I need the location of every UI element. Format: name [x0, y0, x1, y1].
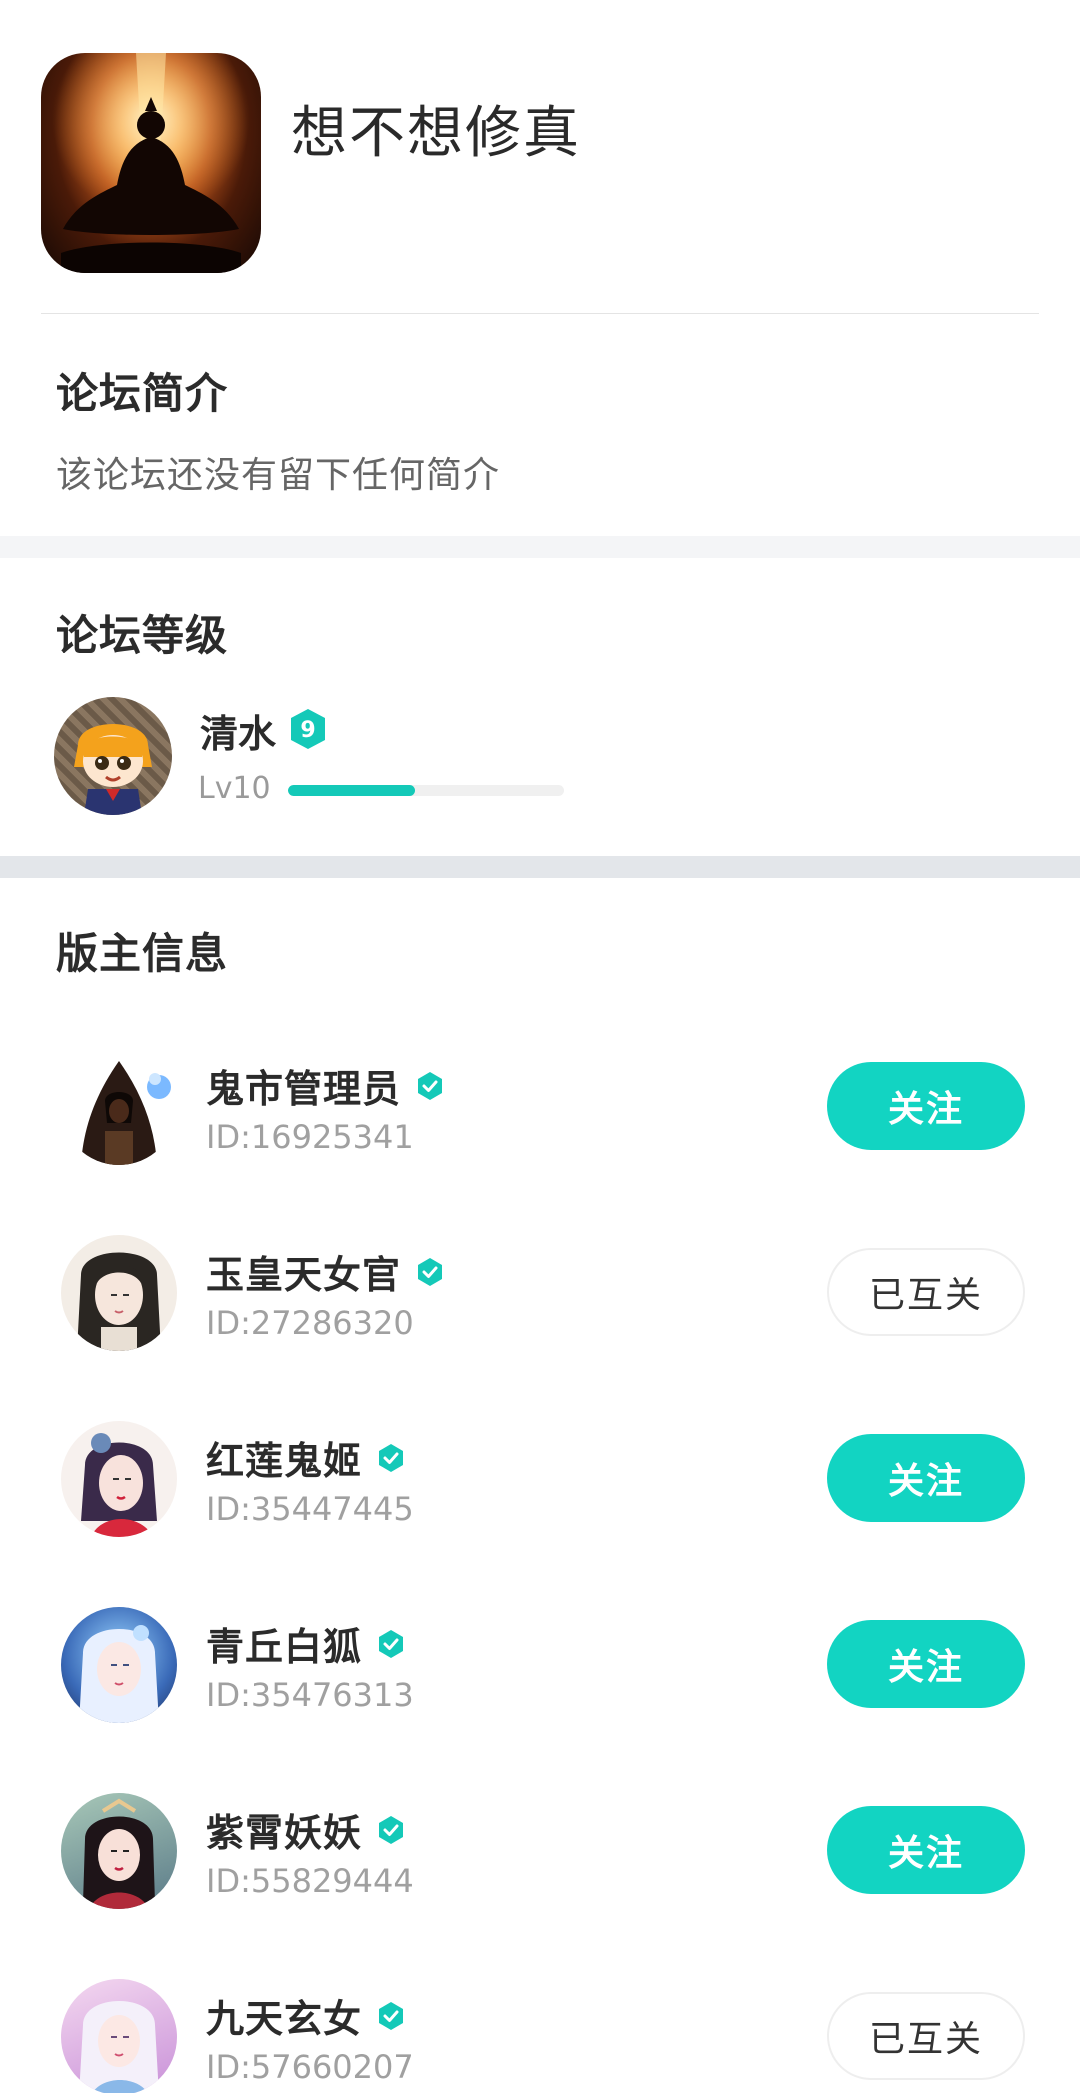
moderator-name: 紫霄妖妖 [206, 1811, 363, 1855]
follow-button[interactable]: 关注 [827, 1806, 1025, 1894]
moderator-row[interactable]: 紫霄妖妖 ID:55829444 关注 [0, 1754, 1080, 1940]
level-text: Lv10 [198, 771, 271, 806]
moderators-title: 版主信息 [56, 929, 229, 978]
moderator-name-wrap: 玉皇天女官 [206, 1244, 445, 1299]
moderator-name: 玉皇天女官 [206, 1253, 402, 1297]
moderator-id: ID:27286320 [206, 1304, 414, 1342]
moderator-row[interactable]: 红莲鬼姬 ID:35447445 关注 [0, 1382, 1080, 1568]
forum-header: 想不想修真 [0, 0, 1080, 314]
moderator-name-wrap: 九天玄女 [206, 1988, 406, 2043]
verified-icon [379, 1629, 404, 1658]
moderator-name: 九天玄女 [206, 1997, 363, 2041]
moderator-list: 鬼市管理员 ID:16925341 关注 玉皇天女官 ID:27286320 已… [0, 1010, 1080, 2093]
moderator-name-wrap: 青丘白狐 [206, 1616, 406, 1671]
level-title: 论坛等级 [56, 611, 229, 660]
verified-icon [418, 1257, 443, 1286]
forum-name: 想不想修真 [291, 101, 581, 166]
moderator-row[interactable]: 九天玄女 ID:57660207 已互关 [0, 1940, 1080, 2093]
follow-button[interactable]: 关注 [827, 1620, 1025, 1708]
follow-button[interactable]: 关注 [827, 1062, 1025, 1150]
mutual-follow-button[interactable]: 已互关 [827, 1248, 1025, 1336]
intro-text: 该论坛还没有留下任何简介 [56, 455, 501, 496]
moderator-name-wrap: 鬼市管理员 [206, 1058, 445, 1113]
section-separator [0, 536, 1080, 558]
verified-icon [379, 2001, 404, 2030]
intro-title: 论坛简介 [56, 369, 229, 418]
verified-icon [379, 1443, 404, 1472]
moderator-avatar[interactable] [61, 1793, 177, 1909]
moderator-id: ID:16925341 [206, 1118, 414, 1156]
moderator-name: 鬼市管理员 [206, 1067, 402, 1111]
follow-button[interactable]: 关注 [827, 1434, 1025, 1522]
moderator-row[interactable]: 青丘白狐 ID:35476313 关注 [0, 1568, 1080, 1754]
moderator-id: ID:55829444 [206, 1862, 414, 1900]
moderator-avatar[interactable] [61, 1049, 177, 1165]
level-progress-bar [288, 785, 564, 796]
mutual-follow-button[interactable]: 已互关 [827, 1992, 1025, 2080]
section-separator [0, 856, 1080, 878]
level-progress-fill [288, 785, 415, 796]
moderator-avatar[interactable] [61, 1421, 177, 1537]
moderator-name-wrap: 红莲鬼姬 [206, 1430, 406, 1485]
moderator-row[interactable]: 鬼市管理员 ID:16925341 关注 [0, 1010, 1080, 1196]
level-badge-value: 9 [300, 718, 315, 743]
verified-icon [418, 1071, 443, 1100]
moderator-id: ID:35476313 [206, 1676, 414, 1714]
moderator-id: ID:35447445 [206, 1490, 414, 1528]
moderator-id: ID:57660207 [206, 2048, 414, 2086]
moderator-avatar[interactable] [61, 1607, 177, 1723]
forum-icon [41, 53, 261, 273]
moderator-name-wrap: 紫霄妖妖 [206, 1802, 406, 1857]
moderator-name: 青丘白狐 [206, 1625, 363, 1669]
moderator-avatar[interactable] [61, 1979, 177, 2093]
moderator-row[interactable]: 玉皇天女官 ID:27286320 已互关 [0, 1196, 1080, 1382]
verified-icon [379, 1815, 404, 1844]
level-user-name: 清水 [200, 712, 277, 756]
divider [41, 313, 1039, 314]
moderator-avatar[interactable] [61, 1235, 177, 1351]
user-avatar[interactable] [54, 697, 172, 815]
level-badge-icon: 9 [291, 709, 325, 749]
moderator-name: 红莲鬼姬 [206, 1439, 363, 1483]
